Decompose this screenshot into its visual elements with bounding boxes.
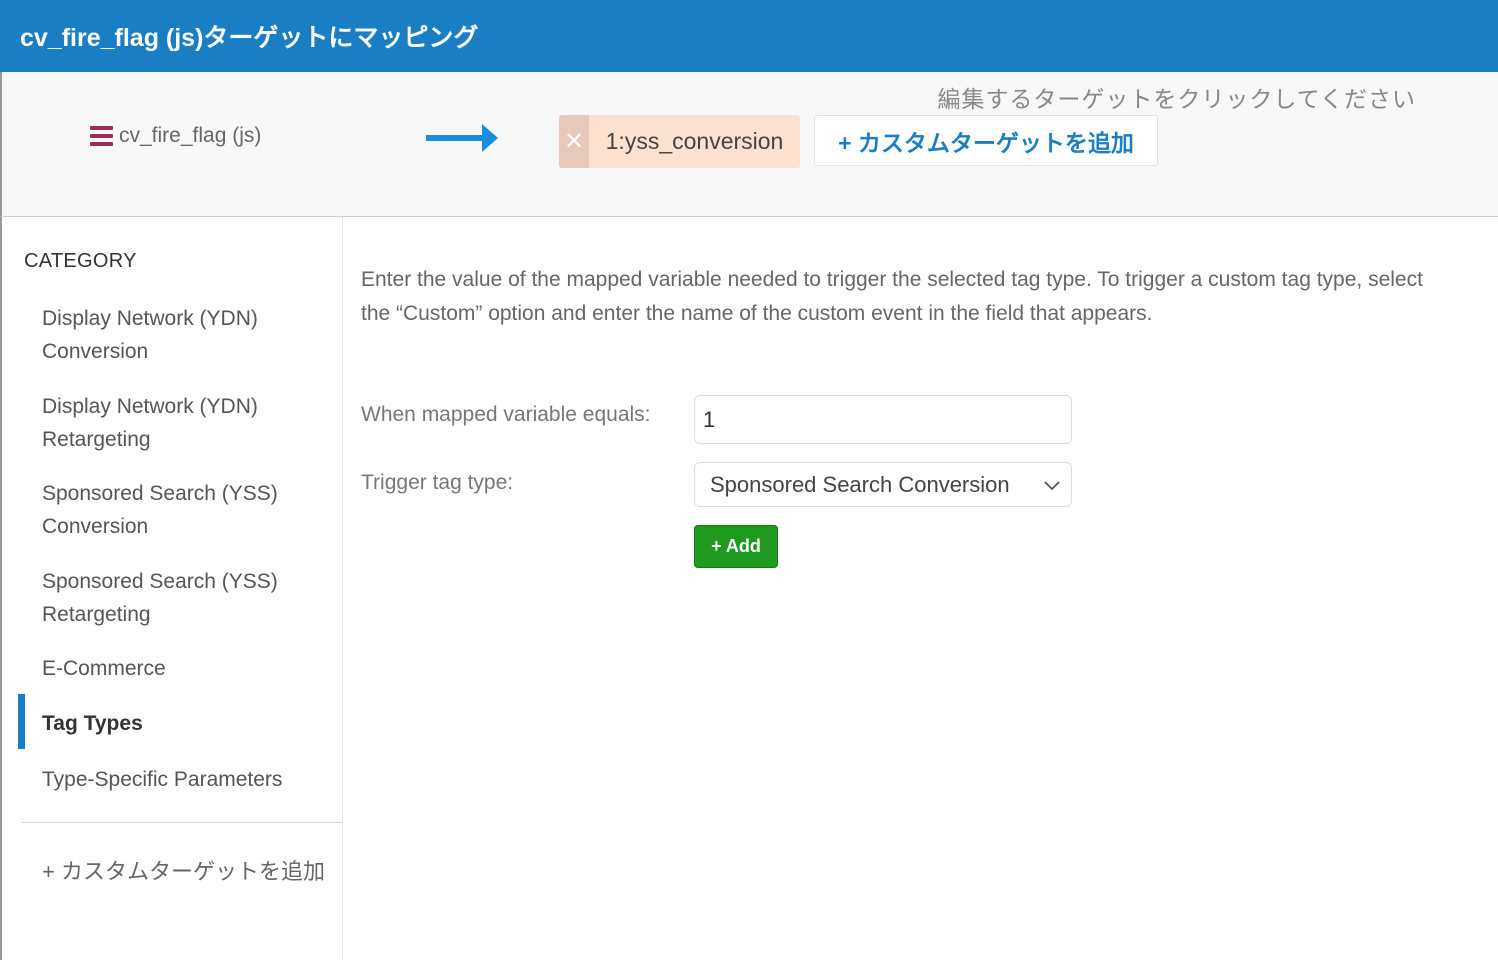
description-text: Enter the value of the mapped variable n… [361, 268, 1423, 325]
main-panel: Enter the value of the mapped variable n… [344, 217, 1498, 960]
sidebar-item-ydn-conversion[interactable]: Display Network (YDN) Conversion [42, 302, 332, 368]
trigger-tag-type-select[interactable]: Sponsored Search Conversion [694, 462, 1072, 507]
target-chip[interactable]: ✕ 1:yss_conversion [559, 115, 800, 168]
sidebar-item-tag-types[interactable]: Tag Types [42, 707, 332, 740]
source-variable-label: cv_fire_flag (js) [119, 124, 262, 147]
active-indicator [18, 694, 25, 749]
edit-hint: 編集するターゲットをクリックしてください [937, 86, 1416, 112]
category-heading: CATEGORY [24, 250, 137, 272]
sidebar-divider [22, 822, 342, 823]
mapped-value-input[interactable] [694, 395, 1072, 444]
add-button[interactable]: + Add [694, 525, 778, 568]
trigger-selected-value: Sponsored Search Conversion [710, 471, 1010, 497]
category-sidebar: CATEGORY Display Network (YDN) Conversio… [0, 217, 343, 960]
hamburger-icon [90, 126, 113, 146]
value-label: When mapped variable equals: [361, 403, 651, 426]
remove-target-icon[interactable]: ✕ [559, 115, 589, 168]
add-custom-target-button[interactable]: + カスタムターゲットを追加 [814, 115, 1158, 166]
trigger-label: Trigger tag type: [361, 471, 514, 494]
sidebar-add-custom-target[interactable]: + カスタムターゲットを追加 [42, 854, 325, 886]
dialog-title: cv_fire_flag (js)ターゲットにマッピング [0, 0, 1498, 72]
sidebar-item-ydn-retargeting[interactable]: Display Network (YDN) Retargeting [42, 390, 332, 456]
source-variable: cv_fire_flag (js) [90, 124, 261, 148]
target-chip-label: 1:yss_conversion [605, 128, 784, 154]
sidebar-item-ecommerce[interactable]: E-Commerce [42, 652, 332, 685]
arrow-right-icon [426, 124, 498, 152]
sidebar-item-yss-conversion[interactable]: Sponsored Search (YSS) Conversion [42, 477, 332, 543]
chevron-down-icon [1044, 481, 1060, 491]
mapping-row: 編集するターゲットをクリックしてください cv_fire_flag (js) ✕… [0, 72, 1498, 217]
sidebar-item-yss-retargeting[interactable]: Sponsored Search (YSS) Retargeting [42, 565, 332, 631]
sidebar-item-type-specific-parameters[interactable]: Type-Specific Parameters [42, 763, 332, 796]
